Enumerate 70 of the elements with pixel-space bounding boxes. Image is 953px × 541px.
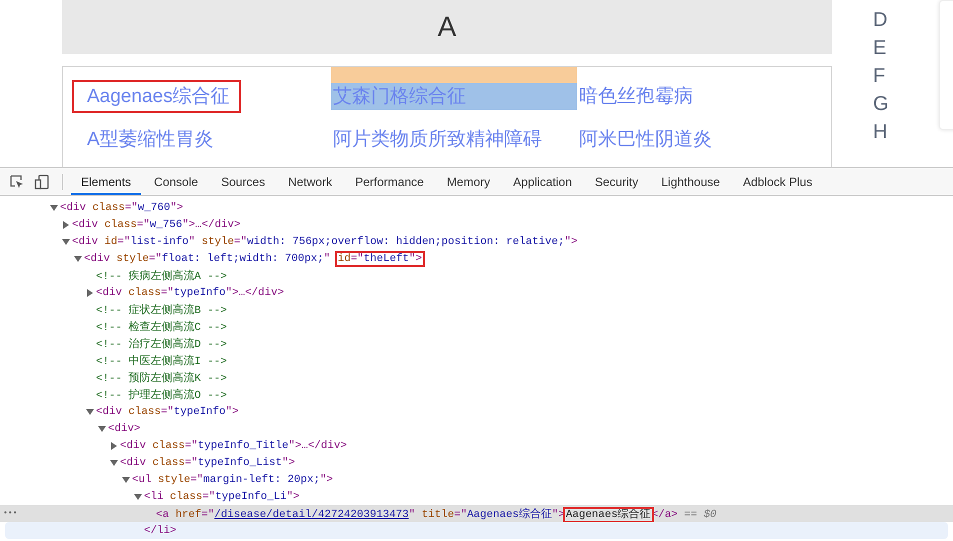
node-row[interactable]: <div class="typeInfo_List"> [0, 454, 953, 471]
annotation-box: Aagenaes综合征 [564, 508, 652, 520]
html-source-line[interactable]: <div class="w_760"> [60, 202, 184, 214]
html-source-line[interactable]: <li class="typeInfo_Li"> [144, 490, 300, 502]
html-source-line[interactable]: <div style="float: left;width: 700px;" id="theLeft"> [84, 252, 423, 264]
node-actions-handle[interactable]: ••• [3, 509, 18, 518]
node-row[interactable]: <div id="list-info" style="width: 756px;overflow: hidden;position: relative;"> [0, 233, 953, 250]
letter-index-link[interactable]: F [873, 62, 889, 90]
node-row[interactable]: <div> [0, 420, 953, 437]
letter-index-link[interactable]: D [873, 6, 889, 34]
devtools-tab[interactable]: Elements [71, 168, 142, 195]
node-row[interactable]: <div class="w_760"> [0, 199, 953, 216]
html-source-line[interactable]: <ul style="margin-left: 20px;"> [132, 474, 333, 486]
html-source-line[interactable]: <div class="typeInfo_Title">…</div> [120, 440, 347, 452]
node-row[interactable]: <!-- 预防左侧高流K --> [0, 369, 953, 386]
html-source-line[interactable]: <div> [108, 422, 140, 434]
html-source-line[interactable]: <div class="w_756">…</div> [72, 218, 241, 230]
html-source-line[interactable]: <!-- 预防左侧高流K --> [96, 370, 227, 384]
inspect-element-icon[interactable] [9, 174, 25, 190]
expand-triangle-icon[interactable] [98, 424, 106, 432]
html-source-line[interactable]: <div class="typeInfo"> [96, 406, 239, 418]
device-toolbar-icon[interactable] [34, 174, 50, 190]
node-row[interactable]: <!-- 中医左侧高流I --> [0, 352, 953, 369]
node-row[interactable]: <!-- 检查左侧高流C --> [0, 318, 953, 335]
expand-triangle-icon[interactable] [110, 458, 118, 466]
html-source-line[interactable]: <!-- 护理左侧高流O --> [96, 388, 227, 402]
html-source-line[interactable]: <!-- 治疗左侧高流D --> [96, 336, 227, 350]
expand-triangle-icon[interactable] [50, 204, 58, 212]
devtools-tab[interactable]: Console [144, 168, 208, 195]
devtools-tab[interactable]: Application [503, 168, 582, 195]
node-row[interactable]: <div class="typeInfo">…</div> [0, 284, 953, 301]
html-source-line[interactable]: <!-- 症状左侧高流B --> [96, 302, 227, 316]
html-source-line[interactable]: <!-- 中医左侧高流I --> [96, 354, 227, 368]
devtools-tab[interactable]: Performance [345, 168, 434, 195]
hovered-node-row[interactable]: </li> [5, 522, 948, 539]
html-source-line[interactable]: <div class="typeInfo">…</div> [96, 286, 284, 298]
node-row[interactable]: <li class="typeInfo_Li"> [0, 488, 953, 505]
devtools-tab[interactable]: Sources [211, 168, 276, 195]
expand-triangle-icon[interactable] [122, 476, 130, 484]
node-row[interactable]: <!-- 治疗左侧高流D --> [0, 335, 953, 352]
expand-triangle-icon[interactable] [74, 254, 82, 262]
devtools-tab[interactable]: Memory [436, 168, 500, 195]
letter-heading: A [438, 11, 456, 43]
node-row[interactable]: <div style="float: left;width: 700px;" id="theLeft"> [0, 250, 953, 267]
annotation-box: id="theLeft"> [336, 252, 423, 264]
devtools-tab[interactable]: Adblock Plus [732, 168, 822, 195]
letter-index-link[interactable]: E [873, 34, 889, 62]
html-source-line[interactable]: <!-- 检查左侧高流C --> [96, 320, 227, 334]
node-row[interactable]: <!-- 护理左侧高流O --> [0, 386, 953, 403]
devtools-tab[interactable]: Lighthouse [651, 168, 730, 195]
html-source-line[interactable]: </li> [144, 524, 176, 536]
letter-index-link[interactable]: H [873, 118, 889, 146]
html-source-line[interactable]: <!-- 疾病左侧高流A --> [96, 268, 227, 282]
collapse-triangle-icon[interactable] [62, 220, 70, 228]
collapse-triangle-icon[interactable] [110, 442, 118, 450]
node-row[interactable]: <!-- 症状左侧高流B --> [0, 301, 953, 318]
html-source-line[interactable]: <div class="typeInfo_List"> [120, 456, 295, 468]
letter-index-link[interactable]: G [873, 90, 889, 118]
node-row[interactable]: <div class="w_756">…</div> [0, 216, 953, 233]
html-source-line[interactable]: <div id="list-info" style="width: 756px;overflow: hidden;position: relative;"> [72, 236, 578, 248]
node-row[interactable]: <div class="typeInfo_Title">…</div> [0, 437, 953, 454]
expand-triangle-icon[interactable] [62, 238, 70, 246]
devtools-tab[interactable]: Security [584, 168, 648, 195]
devtools-tab[interactable]: Network [278, 168, 342, 195]
expand-triangle-icon[interactable] [134, 492, 142, 500]
collapse-triangle-icon[interactable] [86, 288, 94, 296]
node-row[interactable]: <div class="typeInfo"> [0, 403, 953, 420]
expand-triangle-icon[interactable] [86, 408, 94, 416]
node-row[interactable]: <ul style="margin-left: 20px;"> [0, 471, 953, 488]
node-row[interactable]: <!-- 疾病左侧高流A --> [0, 267, 953, 284]
